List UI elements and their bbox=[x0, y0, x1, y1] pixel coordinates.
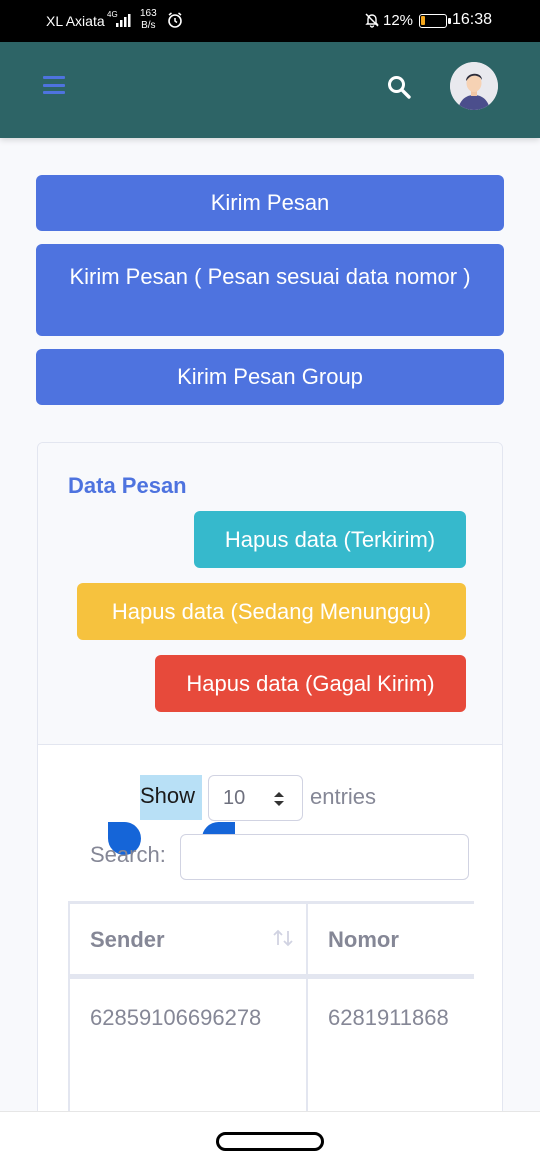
home-gesture-bar[interactable] bbox=[216, 1132, 324, 1151]
user-avatar-icon bbox=[450, 62, 498, 110]
speed-unit: B/s bbox=[141, 20, 156, 31]
menu-icon[interactable] bbox=[43, 76, 65, 94]
entries-length-select[interactable]: 10 bbox=[208, 775, 303, 821]
kirim-pesan-button[interactable]: Kirim Pesan bbox=[36, 175, 504, 231]
entries-label: entries bbox=[310, 784, 377, 809]
battery-percent: 12% bbox=[383, 12, 414, 29]
card-header: Data Pesan Hapus data (Terkirim) Hapus d… bbox=[38, 443, 502, 745]
hapus-gagal-button[interactable]: Hapus data (Gagal Kirim) bbox=[155, 655, 466, 712]
entries-length-value: 10 bbox=[223, 787, 246, 809]
top-navbar bbox=[0, 42, 540, 138]
search-input[interactable] bbox=[180, 834, 469, 880]
hapus-menunggu-button[interactable]: Hapus data (Sedang Menunggu) bbox=[77, 583, 466, 640]
kirim-pesan-group-button[interactable]: Kirim Pesan Group bbox=[36, 349, 504, 405]
carrier-label: XL Axiata bbox=[46, 13, 105, 29]
battery-icon bbox=[419, 14, 451, 28]
search-icon[interactable] bbox=[386, 74, 412, 100]
kirim-pesan-nomor-button[interactable]: Kirim Pesan ( Pesan sesuai data nomor ) bbox=[36, 244, 504, 336]
clock: 16:38 bbox=[452, 11, 493, 28]
card-title: Data Pesan bbox=[68, 473, 187, 498]
hapus-terkirim-button[interactable]: Hapus data (Terkirim) bbox=[194, 511, 466, 568]
show-label: Show bbox=[140, 775, 202, 820]
signal-icon bbox=[116, 14, 131, 27]
status-bar: XL Axiata 4G 163 B/s 12% 16:38 bbox=[0, 0, 540, 42]
speed-value: 163 bbox=[140, 8, 157, 19]
avatar[interactable] bbox=[450, 62, 498, 110]
column-header-sender[interactable]: Sender bbox=[68, 904, 308, 979]
alarm-icon bbox=[168, 12, 182, 28]
select-arrows-icon bbox=[274, 792, 284, 806]
data-table: Sender Nomor 62859106696278 6281911868 bbox=[68, 901, 474, 1141]
battery-level bbox=[421, 16, 425, 25]
network-speed: 163 B/s bbox=[140, 8, 157, 32]
column-header-label: Sender bbox=[90, 927, 165, 952]
system-navigation-bar bbox=[0, 1111, 540, 1170]
data-pesan-card: Data Pesan Hapus data (Terkirim) Hapus d… bbox=[37, 442, 503, 1142]
sort-icon bbox=[273, 929, 293, 947]
column-header-nomor[interactable]: Nomor bbox=[308, 904, 474, 979]
column-header-label: Nomor bbox=[328, 927, 399, 952]
mute-bell-icon bbox=[365, 13, 379, 28]
search-label: Search: bbox=[90, 842, 166, 867]
